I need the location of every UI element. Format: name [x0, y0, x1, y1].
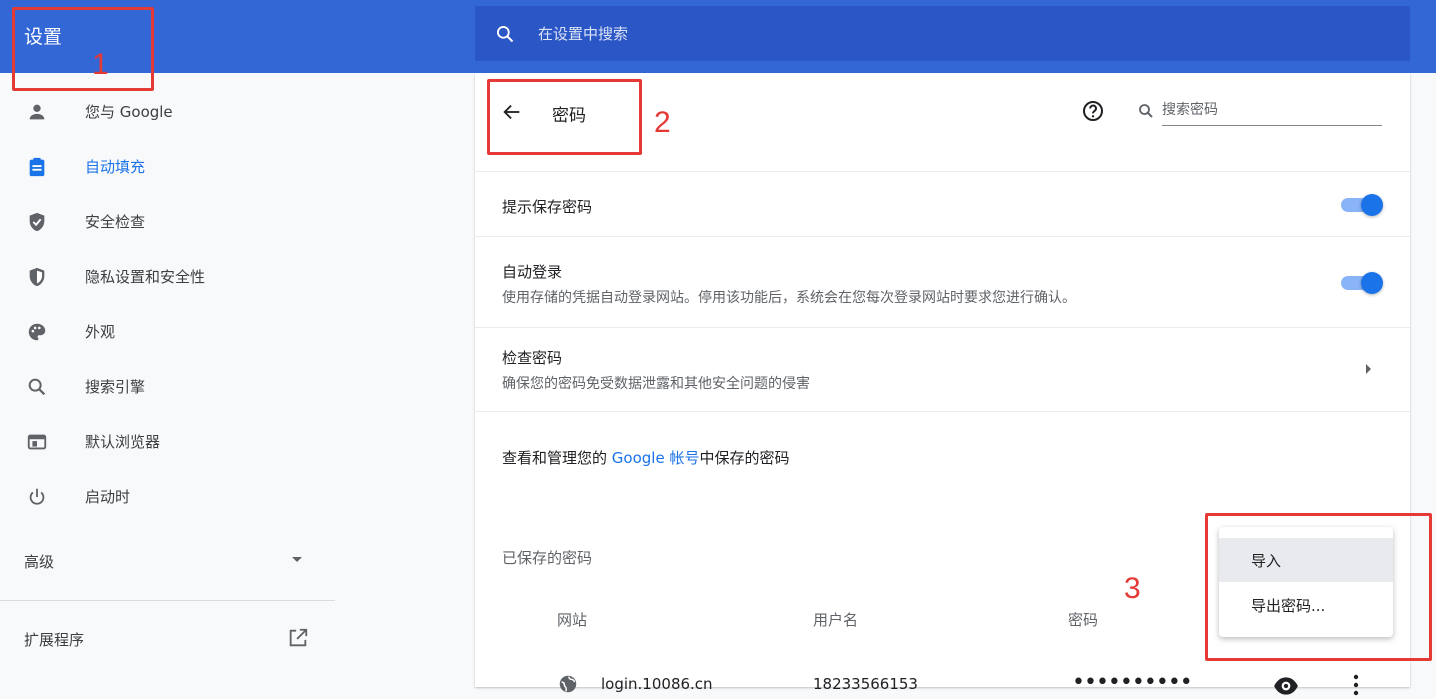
row-username: 18233566153 — [813, 675, 918, 693]
search-icon — [28, 378, 46, 396]
sidebar-item-you-and-google[interactable]: 您与 Google — [0, 87, 335, 135]
sidebar-item-label: 您与 Google — [85, 103, 173, 121]
sidebar-item-label: 默认浏览器 — [85, 433, 161, 451]
google-account-link[interactable]: Google 帐号 — [612, 449, 700, 467]
clipboard-icon — [29, 157, 45, 177]
sidebar-item-appearance[interactable]: 外观 — [0, 307, 335, 355]
offer-to-save-toggle[interactable] — [1339, 193, 1383, 217]
globe-icon — [559, 675, 577, 693]
power-icon — [29, 488, 45, 505]
column-header-site: 网站 — [557, 611, 588, 629]
row-divider — [475, 171, 1410, 172]
row-site: login.10086.cn — [601, 675, 713, 693]
sidebar-advanced[interactable]: 高级 — [24, 551, 54, 572]
eye-icon[interactable] — [1273, 673, 1299, 699]
auto-signin-toggle[interactable] — [1339, 271, 1383, 295]
search-icon — [1139, 104, 1153, 118]
sidebar-item-default-browser[interactable]: 默认浏览器 — [0, 417, 335, 465]
chevron-down-icon[interactable] — [292, 557, 302, 562]
settings-search-box[interactable]: 在设置中搜索 — [475, 6, 1410, 61]
settings-search-placeholder: 在设置中搜索 — [538, 25, 629, 43]
shield-check-icon — [29, 212, 45, 232]
sidebar-item-label: 搜索引擎 — [85, 378, 146, 396]
top-bar: 设置 在设置中搜索 — [0, 0, 1436, 73]
row-divider — [475, 411, 1410, 412]
sidebar-item-label: 隐私设置和安全性 — [85, 268, 206, 286]
offer-to-save-label: 提示保存密码 — [502, 198, 593, 216]
sidebar-extensions[interactable]: 扩展程序 — [24, 629, 84, 650]
saved-passwords-title: 已保存的密码 — [502, 549, 593, 567]
sidebar: 您与 Google 自动填充 安全检查 隐私设置和安全性 外观 搜索引擎 默认浏… — [0, 73, 335, 687]
row-divider — [475, 236, 1410, 237]
auto-signin-label: 自动登录 — [502, 263, 563, 281]
check-passwords-label[interactable]: 检查密码 — [502, 347, 562, 368]
sidebar-item-autofill[interactable]: 自动填充 — [0, 142, 335, 190]
sidebar-item-label: 外观 — [85, 323, 116, 341]
annotation-number-3: 3 — [1124, 572, 1141, 605]
auto-signin-description: 使用存储的凭据自动登录网站。停用该功能后，系统会在您每次登录网站时要求您进行确认… — [502, 290, 1076, 306]
annotation-box-1 — [12, 7, 154, 91]
search-passwords-input[interactable] — [1162, 95, 1382, 126]
sidebar-item-search-engine[interactable]: 搜索引擎 — [0, 362, 335, 410]
palette-icon — [28, 323, 46, 341]
privacy-shield-icon — [29, 267, 45, 287]
annotation-number-1: 1 — [92, 48, 109, 81]
sidebar-item-label: 启动时 — [85, 488, 131, 506]
open-in-new-icon[interactable] — [287, 627, 309, 649]
more-vert-icon[interactable] — [1349, 673, 1363, 699]
sidebar-item-on-startup[interactable]: 启动时 — [0, 472, 335, 520]
column-header-username: 用户名 — [813, 611, 859, 629]
sidebar-item-privacy[interactable]: 隐私设置和安全性 — [0, 252, 335, 300]
check-passwords-description: 确保您的密码免受数据泄露和其他安全问题的侵害 — [502, 376, 810, 392]
help-icon[interactable] — [1081, 99, 1105, 123]
row-password-mask: •••••••••• — [1072, 670, 1193, 695]
sidebar-divider — [0, 600, 335, 601]
chevron-right-icon[interactable] — [1366, 364, 1371, 374]
column-header-password: 密码 — [1068, 611, 1099, 629]
sidebar-item-label: 自动填充 — [85, 158, 146, 176]
annotation-box-2 — [487, 79, 642, 155]
annotation-number-2: 2 — [654, 106, 671, 139]
annotation-box-3 — [1205, 513, 1432, 661]
row-divider — [475, 327, 1410, 328]
sidebar-item-safety-check[interactable]: 安全检查 — [0, 197, 335, 245]
manage-passwords-text: 查看和管理您的 Google 帐号中保存的密码 — [502, 449, 790, 467]
search-icon — [497, 26, 514, 43]
sidebar-item-label: 安全检查 — [85, 213, 146, 231]
person-icon — [29, 104, 45, 120]
browser-window-icon — [27, 434, 47, 450]
